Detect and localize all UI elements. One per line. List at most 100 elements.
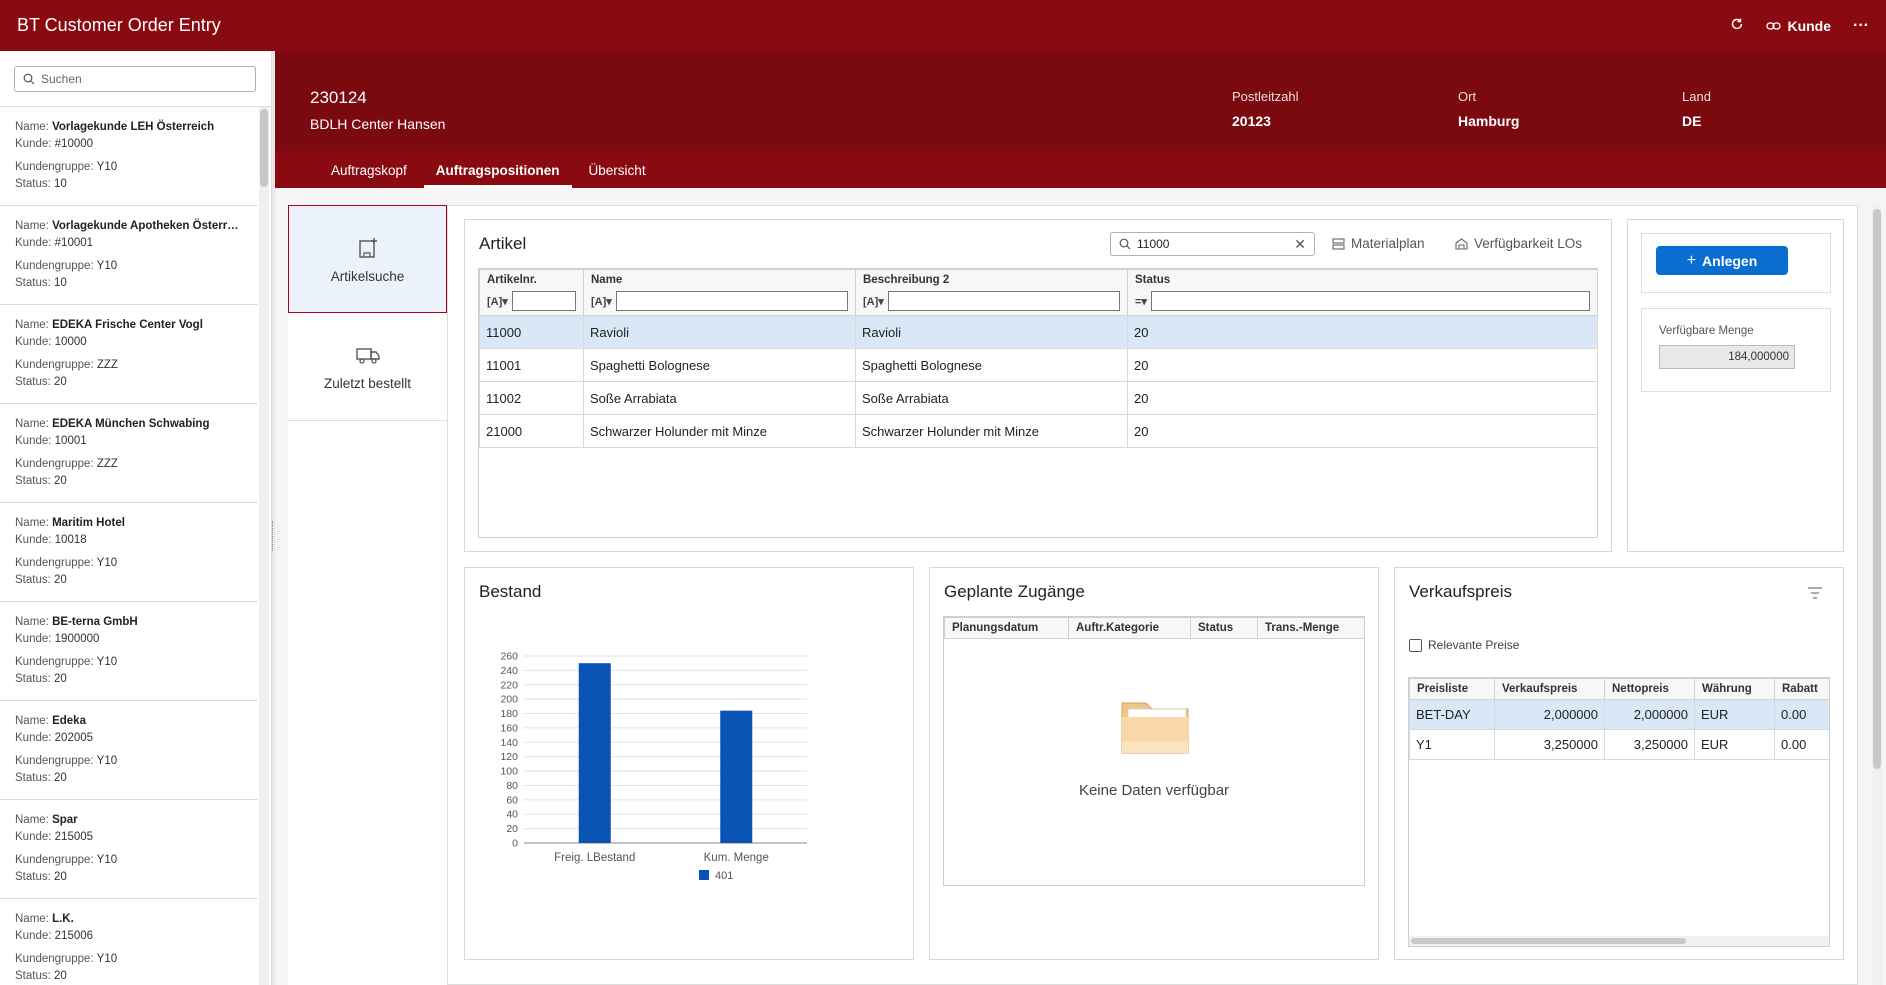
- customer-name-value: Vorlagekunde Apotheken Österr…: [52, 220, 239, 232]
- list-item[interactable]: Name: L.K. Kunde: 215006 Kundengruppe: Y10…: [0, 899, 258, 985]
- table-row[interactable]: 21000 Schwarzer Holunder mit Minze Schwarz…: [479, 414, 1598, 448]
- customer-number-value: 215005: [54, 831, 94, 843]
- customer-group-value: Y10: [96, 854, 118, 866]
- col-nettopreis[interactable]: Nettopreis: [1604, 678, 1695, 700]
- table-cell: Ravioli: [583, 315, 856, 349]
- y-tick-label: 120: [500, 751, 518, 763]
- artikel-panel: Artikel 11000 ✕ Materialplan Verfügbarke…: [464, 219, 1612, 552]
- filter-name-input[interactable]: [615, 291, 848, 311]
- action-panel: + Anlegen Verfügbare Menge 184,000000: [1627, 219, 1844, 552]
- clear-icon[interactable]: ✕: [1294, 236, 1306, 253]
- empty-folder-icon: [1121, 702, 1189, 754]
- nav-zuletzt-bestellt[interactable]: Zuletzt bestellt: [288, 313, 447, 421]
- col-geplant-status[interactable]: Status: [1190, 617, 1258, 639]
- customer-number-value: 10000: [54, 336, 87, 348]
- materialplan-button[interactable]: Materialplan: [1332, 236, 1425, 251]
- customer-group-value: Y10: [96, 557, 118, 569]
- relevante-preise-checkbox[interactable]: Relevante Preise: [1409, 638, 1519, 652]
- artikel-table: Artikelnr. [A]▾ Name [A]▾ Beschreibung 2…: [479, 269, 1598, 536]
- customer-number-value: 10018: [54, 534, 87, 546]
- verfuegbare-menge-value: 184,000000: [1659, 345, 1795, 369]
- table-cell: Soße Arrabiata: [855, 381, 1128, 415]
- nav-artikelsuche[interactable]: Artikelsuche: [288, 205, 447, 313]
- filter-status-input[interactable]: [1150, 291, 1590, 311]
- page-scrollbar[interactable]: [1872, 205, 1882, 985]
- verfuegbarkeit-button[interactable]: Verfügbarkeit LOs: [1455, 236, 1582, 251]
- search-icon: [1119, 238, 1131, 250]
- list-item[interactable]: Name: EDEKA München Schwabing Kunde: 1000…: [0, 404, 258, 503]
- col-trans-menge[interactable]: Trans.-Menge: [1257, 617, 1365, 639]
- anlegen-button[interactable]: + Anlegen: [1656, 246, 1788, 275]
- customer-group-value: Y10: [96, 260, 118, 272]
- filter-icon[interactable]: [1807, 586, 1823, 600]
- table-cell: 20: [1127, 348, 1598, 382]
- list-item[interactable]: Name: Vorlagekunde Apotheken Österr… Kund…: [0, 206, 258, 305]
- sidebar-scrollbar[interactable]: [259, 107, 269, 985]
- table-cell: 20: [1127, 381, 1598, 415]
- more-icon[interactable]: ···: [1853, 17, 1869, 35]
- col-planungsdatum[interactable]: Planungsdatum: [944, 617, 1069, 639]
- vk-table-container: Preisliste Verkaufspreis Nettopreis Währ…: [1408, 677, 1830, 947]
- tab-auftragskopf[interactable]: Auftragskopf: [319, 151, 419, 188]
- table-row[interactable]: 11001 Spaghetti Bolognese Spaghetti Bologn…: [479, 348, 1598, 382]
- table-row[interactable]: BET-DAY 2,000000 2,000000 EUR 0.00: [1409, 699, 1829, 730]
- table-cell: 3,250000: [1604, 729, 1695, 760]
- col-beschreibung[interactable]: Beschreibung 2 [A]▾: [855, 269, 1128, 316]
- table-cell: 20: [1127, 315, 1598, 349]
- list-item[interactable]: Name: EDEKA Frische Center Vogl Kunde: 10…: [0, 305, 258, 404]
- vk-horizontal-scrollbar[interactable]: [1409, 936, 1829, 946]
- table-row[interactable]: 11000 Ravioli Ravioli 20: [479, 315, 1598, 349]
- tab-auftragspositionen[interactable]: Auftragspositionen: [423, 151, 572, 188]
- table-cell: Spaghetti Bolognese: [855, 348, 1128, 382]
- kunde-link-button[interactable]: Kunde: [1766, 18, 1831, 34]
- sidebar-splitter[interactable]: [272, 51, 275, 985]
- checkbox-box[interactable]: [1409, 638, 1422, 652]
- col-auftr-kategorie[interactable]: Auftr.Kategorie: [1068, 617, 1191, 639]
- col-name[interactable]: Name [A]▾: [583, 269, 856, 316]
- artikel-search-input[interactable]: 11000 ✕: [1110, 232, 1315, 256]
- refresh-icon[interactable]: [1730, 17, 1744, 34]
- y-tick-label: 240: [500, 665, 518, 677]
- table-row[interactable]: 11002 Soße Arrabiata Soße Arrabiata 20: [479, 381, 1598, 415]
- customer-name-value: BE-terna GmbH: [52, 616, 138, 628]
- col-artikelnr[interactable]: Artikelnr. [A]▾: [479, 269, 584, 316]
- col-preisliste[interactable]: Preisliste: [1409, 678, 1495, 700]
- land-attr: Land DE: [1682, 89, 1711, 129]
- add-document-icon: [358, 237, 377, 258]
- customer-name: BDLH Center Hansen: [310, 116, 446, 132]
- filter-artikelnr-input[interactable]: [511, 291, 576, 311]
- tab-uebersicht[interactable]: Übersicht: [577, 151, 658, 188]
- col-status[interactable]: Status =▾: [1127, 269, 1598, 316]
- filter-beschreibung-input[interactable]: [887, 291, 1120, 311]
- table-cell: EUR: [1694, 699, 1775, 730]
- col-verkaufspreis[interactable]: Verkaufspreis: [1494, 678, 1605, 700]
- y-tick-label: 220: [500, 679, 518, 691]
- table-cell: Schwarzer Holunder mit Minze: [583, 414, 856, 448]
- table-cell: 20: [1127, 414, 1598, 448]
- verkaufspreis-panel: Verkaufspreis Relevante Preise Preislist…: [1394, 567, 1844, 960]
- col-waehrung[interactable]: Währung: [1694, 678, 1775, 700]
- list-item[interactable]: Name: Vorlagekunde LEH Österreich Kunde: …: [0, 107, 258, 206]
- customer-status-value: 20: [54, 673, 67, 685]
- legend-label: 401: [715, 870, 733, 882]
- table-cell: 11001: [479, 348, 584, 382]
- customer-status-value: 20: [54, 772, 67, 784]
- list-item[interactable]: Name: Edeka Kunde: 202005 Kundengruppe: Y1…: [0, 701, 258, 800]
- customer-status-value: 20: [54, 871, 67, 883]
- geplant-table: Planungsdatum Auftr.Kategorie Status Tra…: [944, 617, 1365, 639]
- table-row[interactable]: Y1 3,250000 3,250000 EUR 0.00: [1409, 729, 1829, 760]
- customer-search-input[interactable]: Suchen: [14, 66, 256, 92]
- table-cell: 2,000000: [1604, 699, 1695, 730]
- y-tick-label: 260: [500, 651, 518, 663]
- col-rabatt[interactable]: Rabatt: [1774, 678, 1829, 700]
- list-item[interactable]: Name: Maritim Hotel Kunde: 10018 Kundengru…: [0, 503, 258, 602]
- customer-name-value: Maritim Hotel: [52, 517, 125, 529]
- customer-group-value: Y10: [96, 953, 118, 965]
- app-title: BT Customer Order Entry: [17, 15, 221, 35]
- list-item[interactable]: Name: Spar Kunde: 215005 Kundengruppe: Y10…: [0, 800, 258, 899]
- customer-name-value: L.K.: [52, 913, 74, 925]
- customer-status-value: 20: [54, 376, 67, 388]
- list-item[interactable]: Name: BE-terna GmbH Kunde: 1900000 Kundeng…: [0, 602, 258, 701]
- customer-name-value: EDEKA Frische Center Vogl: [52, 319, 203, 331]
- bestand-title: Bestand: [479, 582, 542, 601]
